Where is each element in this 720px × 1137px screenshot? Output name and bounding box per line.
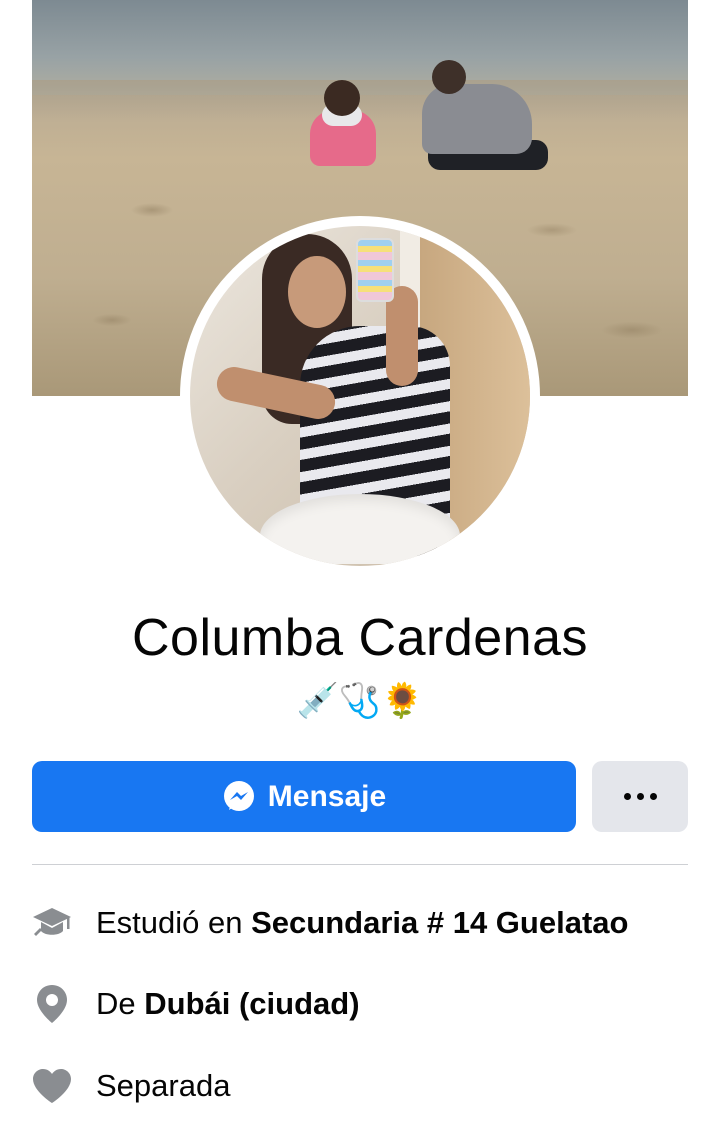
more-options-button[interactable] [592, 761, 688, 832]
education-row: Estudió en Secundaria # 14 Guelatao [32, 898, 688, 948]
graduation-cap-icon [32, 903, 72, 943]
hometown-city[interactable]: Dubái (ciudad) [144, 986, 359, 1021]
profile-picture[interactable] [190, 226, 530, 566]
education-school[interactable]: Secundaria # 14 Guelatao [251, 905, 628, 940]
cover-adult-figure [392, 60, 548, 172]
profile-name: Columba Cardenas [131, 609, 589, 667]
cover-child-figure [302, 80, 382, 176]
section-divider [32, 864, 688, 865]
location-pin-icon [32, 984, 72, 1024]
hometown-prefix: De [96, 986, 145, 1021]
message-button[interactable]: Mensaje [32, 761, 576, 832]
hometown-row: De Dubái (ciudad) [32, 979, 688, 1029]
more-dots-icon [623, 793, 631, 800]
relationship-status: Separada [96, 1068, 231, 1103]
education-prefix: Estudió en [96, 905, 252, 940]
messenger-icon [222, 780, 256, 814]
heart-icon [32, 1066, 72, 1106]
phone-in-photo [356, 238, 394, 302]
relationship-row: Separada [32, 1061, 688, 1111]
message-button-label: Mensaje [267, 779, 387, 813]
profile-bio: 💉🩺🌻 [296, 681, 424, 721]
